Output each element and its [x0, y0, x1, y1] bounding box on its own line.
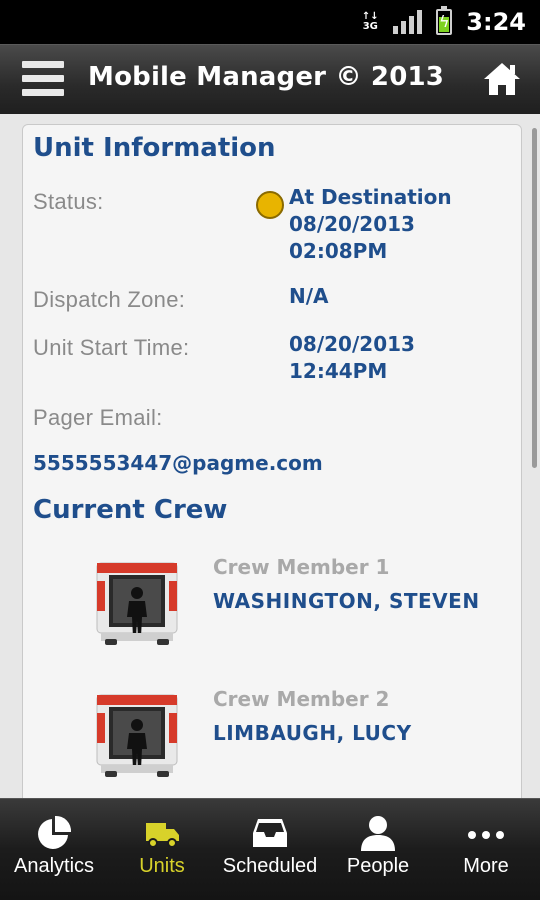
- crew-member-row[interactable]: Crew Member 1 WASHINGTON, STEVEN: [23, 555, 523, 665]
- signal-icon: [393, 10, 423, 34]
- unit-start-date: 08/20/2013: [289, 332, 415, 356]
- nav-label: Scheduled: [222, 855, 318, 877]
- status-indicator-icon: [256, 191, 284, 219]
- more-icon: [468, 831, 504, 839]
- unit-start-clock: 12:44PM: [289, 359, 388, 383]
- crew-member-row[interactable]: Crew Member 2 LIMBAUGH, LUCY: [23, 687, 523, 797]
- pie-chart-icon: [38, 815, 72, 849]
- dispatch-zone-label: Dispatch Zone:: [33, 287, 186, 312]
- status-date: 08/20/2013: [289, 212, 415, 236]
- crew-member-name: LIMBAUGH, LUCY: [213, 721, 412, 745]
- status-label: Status:: [33, 189, 104, 214]
- unit-start-time-value: 08/20/2013 12:44PM: [289, 331, 415, 385]
- ambulance-icon: [96, 562, 178, 645]
- status-bar: ↑↓ 3G ϟ 3:24: [0, 0, 540, 44]
- status-time: 02:08PM: [289, 239, 388, 263]
- crew-member-label: Crew Member 1: [213, 555, 390, 579]
- status-value: At Destination 08/20/2013 02:08PM: [289, 184, 452, 265]
- nav-analytics[interactable]: Analytics: [0, 799, 108, 900]
- nav-scheduled[interactable]: Scheduled: [216, 799, 324, 900]
- nav-people[interactable]: People: [324, 799, 432, 900]
- app-header: Mobile Manager © 2013: [0, 44, 540, 114]
- bottom-nav: Analytics Units Scheduled People More: [0, 798, 540, 900]
- pager-email-link[interactable]: 5555553447@pagme.com: [33, 451, 323, 475]
- nav-more[interactable]: More: [432, 799, 540, 900]
- nav-label: Analytics: [13, 855, 95, 877]
- network-3g-icon: ↑↓ 3G: [361, 11, 379, 32]
- scrollbar[interactable]: [532, 128, 537, 468]
- clock: 3:24: [466, 8, 526, 36]
- unit-information-heading: Unit Information: [33, 133, 276, 163]
- battery-charging-icon: ϟ: [436, 6, 453, 35]
- nav-units[interactable]: Units: [108, 799, 216, 900]
- unit-detail-card: Unit Information Status: At Destination …: [22, 124, 522, 798]
- menu-icon[interactable]: [22, 61, 64, 99]
- unit-start-time-label: Unit Start Time:: [33, 335, 190, 360]
- truck-icon: [146, 823, 179, 848]
- nav-label: People: [346, 855, 410, 877]
- status-text: At Destination: [289, 185, 452, 209]
- app-title: Mobile Manager © 2013: [88, 62, 445, 92]
- dispatch-zone-value: N/A: [289, 284, 329, 308]
- nav-label: Units: [139, 855, 185, 877]
- person-icon: [361, 816, 395, 851]
- ambulance-icon: [96, 694, 178, 777]
- crew-member-name: WASHINGTON, STEVEN: [213, 589, 480, 613]
- nav-label: More: [463, 855, 509, 877]
- inbox-icon: [253, 819, 287, 847]
- crew-member-label: Crew Member 2: [213, 687, 390, 711]
- current-crew-heading: Current Crew: [33, 495, 228, 525]
- pager-email-label: Pager Email:: [33, 405, 163, 430]
- content-area[interactable]: Unit Information Status: At Destination …: [0, 114, 540, 798]
- home-icon[interactable]: [482, 59, 522, 99]
